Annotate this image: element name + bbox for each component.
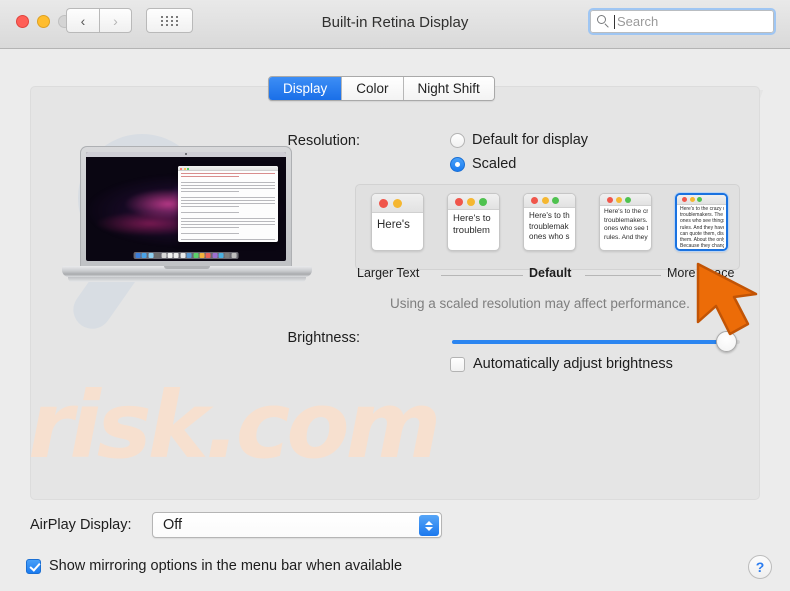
scale-tick-row: Larger Text Default More Space (357, 266, 739, 284)
tab-bar: Display Color Night Shift (268, 76, 495, 101)
radio-icon-scaled (450, 156, 465, 172)
airplay-display-label: AirPlay Display: (30, 517, 132, 533)
tick-label-larger-text: Larger Text (357, 266, 420, 280)
mirroring-label: Show mirroring options in the menu bar w… (49, 558, 403, 574)
macbook-illustration (62, 146, 312, 291)
search-field[interactable]: Search (588, 8, 776, 35)
tick-label-more-space: More Space (667, 266, 735, 280)
help-button[interactable]: ? (748, 555, 772, 579)
search-icon (597, 15, 610, 28)
scaled-thumbnail-0[interactable]: Here's (371, 193, 424, 251)
tick-label-default: Default (529, 266, 572, 280)
scaled-thumbnail-3[interactable]: Here's to the cr troublemakers. ones who s… (599, 193, 652, 251)
title-bar: ‹ › Built-in Retina Display Search (0, 0, 790, 49)
tab-display[interactable]: Display (269, 77, 343, 100)
scaled-thumbnail-1[interactable]: Here's to troublem (447, 193, 500, 251)
slider-knob[interactable] (715, 331, 737, 352)
radio-default-for-display[interactable]: Default for display (450, 132, 588, 148)
scaled-thumbnail-4[interactable]: Here's to the crazy onetroublemakers. Th… (675, 193, 728, 251)
scaled-thumbnail-2[interactable]: Here's to th troublemak ones who s (523, 193, 576, 251)
display-preferences-window: risk.com ‹ › Built-in Retina Display Sea… (0, 0, 790, 591)
search-placeholder: Search (617, 14, 659, 29)
chevron-updown-icon (419, 515, 439, 536)
slider-fill (452, 340, 726, 344)
tab-night-shift[interactable]: Night Shift (403, 77, 494, 100)
scaled-resolution-hint: Using a scaled resolution may affect per… (390, 296, 690, 311)
radio-label-default: Default for display (472, 132, 589, 148)
auto-brightness-checkbox-row[interactable]: Automatically adjust brightness (450, 356, 673, 372)
radio-icon-default (450, 132, 465, 148)
illustration-dock (133, 251, 239, 259)
tab-color[interactable]: Color (342, 77, 404, 100)
checkbox-icon-auto-brightness (450, 356, 465, 372)
brightness-label: Brightness: (287, 330, 360, 346)
auto-brightness-label: Automatically adjust brightness (473, 356, 673, 372)
text-caret (614, 14, 615, 29)
mirroring-checkbox-row[interactable]: Show mirroring options in the menu bar w… (26, 558, 402, 574)
radio-label-scaled: Scaled (472, 156, 517, 172)
scaled-thumbnail-row: Here's Here's to troublem Here's to th tro… (357, 193, 739, 253)
airplay-display-dropdown[interactable]: Off (152, 512, 442, 538)
illustration-document-window (178, 166, 278, 243)
radio-scaled[interactable]: Scaled (450, 156, 516, 172)
checkbox-icon-mirroring (26, 558, 41, 574)
brightness-slider[interactable] (452, 331, 740, 353)
airplay-selected-value: Off (163, 517, 183, 533)
